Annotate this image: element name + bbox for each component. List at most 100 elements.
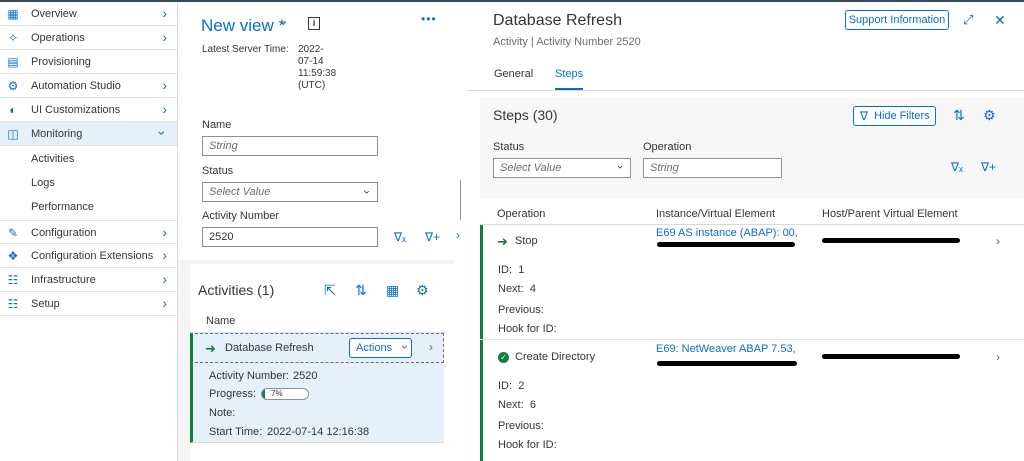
sidebar-item-monitoring[interactable]: ◫ Monitoring › [0,122,177,146]
sidebar-item-setup[interactable]: ☷ Setup › [0,292,177,316]
sidebar-item-overview[interactable]: ▦ Overview › [0,2,177,26]
actions-button-label: Actions [356,342,393,354]
splitter-handle[interactable] [460,180,461,220]
row-status-indicator [480,340,483,461]
chevron-right-icon[interactable]: › [996,234,1000,248]
step-instance-link[interactable]: E69 AS instance (ABAP): 00, [656,227,798,239]
step-id: ID: 2 [498,380,524,392]
latest-server-time-value: 2022-07-14 11:59:38 (UTC) [298,44,337,91]
close-icon[interactable]: ✕ [994,12,1006,29]
id-value: 2 [518,380,525,392]
network-icon: ✧ [7,31,19,45]
chevron-right-icon[interactable]: › [429,340,433,354]
export-icon[interactable]: ⇱ [324,282,336,299]
chevron-down-icon: › [360,190,374,194]
sidebar-item-ui-customizations[interactable]: ◐ UI Customizations › [0,98,177,122]
more-icon[interactable]: ••• [421,12,437,26]
sidebar-item-label: Provisioning [31,56,91,68]
id-label: ID: [498,380,513,392]
chevron-down-icon: › [614,165,627,169]
view-title[interactable]: New view * [201,16,285,36]
step-hook: Hook for ID: [498,323,557,335]
steps-title: Steps (30) [493,107,558,123]
sidebar-subitem-logs[interactable]: Logs [0,171,177,195]
chevron-right-icon: › [162,101,167,117]
status-filter-placeholder: Select Value [209,186,271,198]
sidebar-subitem-activities[interactable]: Activities [0,147,177,171]
progress-label: Progress: [209,388,257,400]
step-previous: Previous: [498,420,544,432]
name-filter-label: Name [202,119,232,131]
step-hook: Hook for ID: [498,439,557,451]
config-icon: ✎ [7,226,19,240]
activities-table-header: Name [190,309,445,333]
hide-filters-button[interactable]: ∇ Hide Filters [853,106,936,126]
sidebar-item-infrastructure[interactable]: ☷ Infrastructure › [0,268,177,292]
chevron-right-icon[interactable]: › [996,350,1000,364]
support-information-button[interactable]: Support Information [845,10,949,30]
sidebar-item-label: Operations [31,32,85,44]
sidebar-item-provisioning[interactable]: ▤ Provisioning [0,50,177,74]
filter-icon: ∇ [860,109,869,123]
activity-row-details: Activity Number: 2520 Progress: 7% Note:… [190,363,444,443]
step-operation: Create Directory [515,351,596,363]
add-filter-icon[interactable]: ∇+ [981,160,996,174]
activity-number-filter-input[interactable]: 2520 [202,227,378,247]
progress-text: 7% [271,389,283,398]
table-row[interactable]: ➜ Database Refresh Actions › › [190,333,444,363]
activity-number-filter-label: Activity Number [202,210,280,222]
activity-name: Database Refresh [225,342,314,354]
chevron-down-icon[interactable]: › [276,21,292,26]
next-value: 6 [529,399,536,411]
sidebar-item-label: Activities [31,153,75,165]
redaction-bar [822,354,960,359]
tab-general[interactable]: General [494,68,533,80]
chevron-right-icon: › [162,247,167,263]
id-value: 1 [518,264,525,276]
row-status-indicator [480,225,483,339]
sidebar-item-operations[interactable]: ✧ Operations › [0,26,177,50]
column-header-operation: Operation [497,208,546,220]
actions-button[interactable]: Actions › [349,338,412,358]
row-divider [480,339,1024,340]
step-previous: Previous: [498,304,544,316]
gear-icon[interactable]: ⚙ [983,107,996,124]
chevron-right-icon: › [162,295,167,311]
chevron-right-icon: › [162,77,167,93]
step-instance-link[interactable]: E69: NetWeaver ABAP 7.53, [656,343,796,355]
redaction-bar [657,242,795,247]
hide-filters-label: Hide Filters [874,110,930,122]
status-filter-label: Status [202,165,234,177]
add-filter-icon[interactable]: ∇+ [425,230,440,244]
sidebar-item-configuration[interactable]: ✎ Configuration › [0,220,177,244]
operation-filter-input[interactable]: String [643,158,782,178]
tab-steps[interactable]: Steps [555,68,583,80]
sidebar-item-label: Logs [31,177,55,189]
monitor-icon: ◫ [7,127,19,141]
palette-icon: ◐ [9,103,17,117]
sort-icon[interactable]: ⇅ [355,282,367,299]
clear-filters-icon[interactable]: ∇ₓ [951,160,963,174]
sort-icon[interactable]: ⇅ [953,107,965,124]
status-filter-select[interactable]: Select Value › [202,182,378,202]
id-label: ID: [498,264,513,276]
gear-icon[interactable]: ⚙ [416,282,429,299]
next-value: 4 [529,283,536,295]
extension-icon: ❖ [7,249,19,263]
activities-title: Activities (1) [198,282,275,298]
status-filter-select[interactable]: Select Value › [493,158,631,178]
chevron-right-icon: › [162,5,167,21]
info-icon[interactable]: i [308,17,320,30]
sidebar-item-automation-studio[interactable]: ⚙ Automation Studio › [0,74,177,98]
sidebar-item-label: Setup [31,298,60,310]
table-settings-icon[interactable]: ▦ [386,282,399,299]
fullscreen-icon[interactable]: ⤢ [963,12,973,28]
detail-title: Database Refresh [493,12,622,29]
chevron-right-icon[interactable]: › [456,228,460,242]
sidebar-subitem-performance[interactable]: Performance [0,195,177,219]
detail-panel: Database Refresh Activity | Activity Num… [467,2,1024,461]
column-header-name: Name [206,315,236,327]
name-filter-input[interactable]: String [202,136,378,156]
clear-filters-icon[interactable]: ∇ₓ [394,230,406,244]
sidebar-item-configuration-extensions[interactable]: ❖ Configuration Extensions › [0,244,177,268]
